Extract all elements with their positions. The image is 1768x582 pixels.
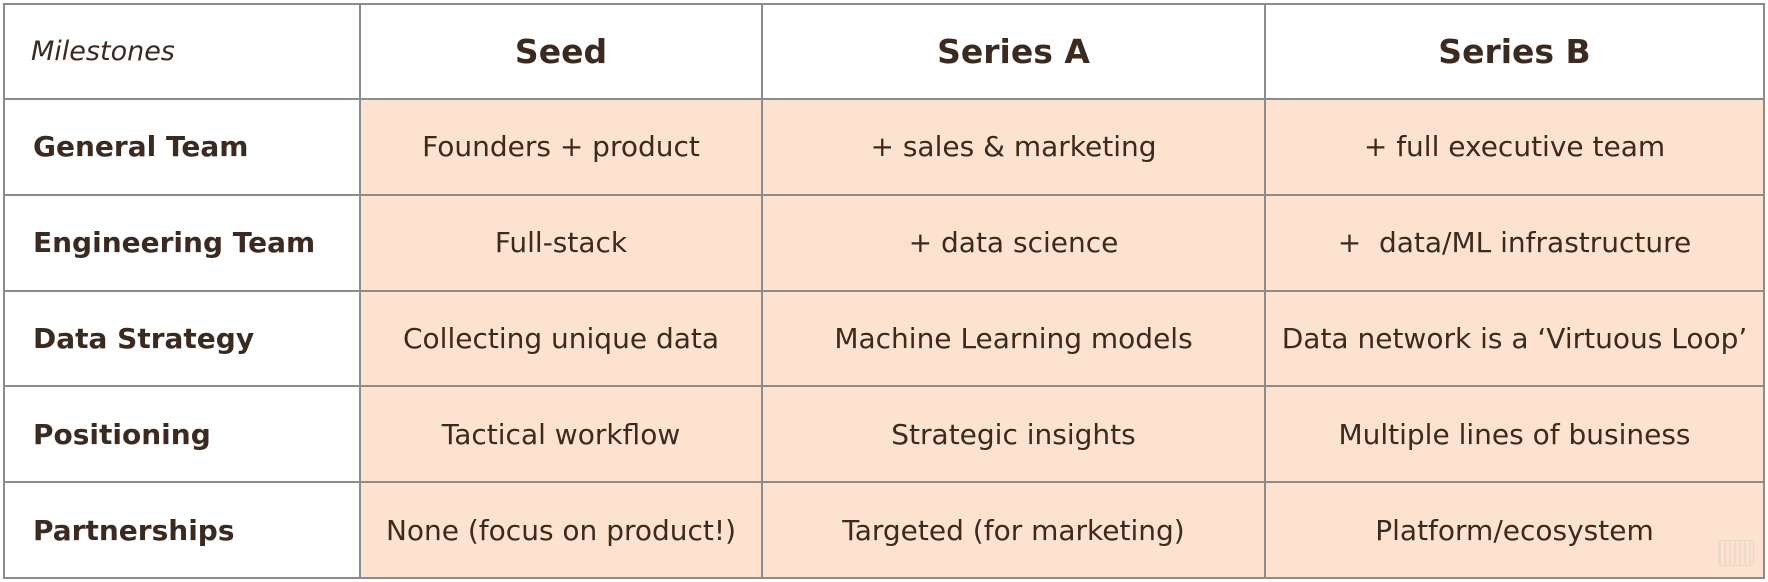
row-label-data-strategy: Data Strategy (3, 289, 361, 388)
table-cell: Collecting unique data (359, 289, 763, 388)
row-label-partnerships: Partnerships (3, 481, 361, 579)
table-cell: None (focus on product!) (359, 481, 763, 579)
table-row: Engineering Team Full-stack + data scien… (3, 193, 1765, 292)
table-row: General Team Founders + product + sales … (3, 98, 1765, 196)
table-row: Data Strategy Collecting unique data Mac… (3, 289, 1765, 388)
table-row: Positioning Tactical workflow Strategic … (3, 385, 1765, 484)
table-cell: Full-stack (359, 193, 763, 292)
table-cell: + sales & marketing (761, 98, 1266, 196)
milestones-table-container: Milestones Seed Series A Series B Genera… (0, 0, 1768, 582)
milestones-table: Milestones Seed Series A Series B Genera… (3, 3, 1765, 579)
header-row: Milestones Seed Series A Series B (3, 3, 1765, 100)
table-cell: + data science (761, 193, 1266, 292)
table-cell: Multiple lines of business (1264, 385, 1765, 484)
table-cell: Founders + product (359, 98, 763, 196)
table-cell: + full executive team (1264, 98, 1765, 196)
table-row: Partnerships None (focus on product!) Ta… (3, 481, 1765, 579)
table-cell: Platform/ecosystem (1264, 481, 1765, 579)
corner-label: Milestones (3, 3, 361, 100)
table-cell: Targeted (for marketing) (761, 481, 1266, 579)
column-header-series-b: Series B (1264, 3, 1765, 100)
row-label-general-team: General Team (3, 98, 361, 196)
column-header-seed: Seed (359, 3, 763, 100)
table-cell: Machine Learning models (761, 289, 1266, 388)
column-header-series-a: Series A (761, 3, 1266, 100)
table-cell: Tactical workflow (359, 385, 763, 484)
table-cell: Data network is a ‘Virtuous Loop’ (1264, 289, 1765, 388)
row-label-positioning: Positioning (3, 385, 361, 484)
watermark-logo (1718, 540, 1754, 566)
row-label-engineering-team: Engineering Team (3, 193, 361, 292)
table-cell: Strategic insights (761, 385, 1266, 484)
table-cell: + data/ML infrastructure (1264, 193, 1765, 292)
